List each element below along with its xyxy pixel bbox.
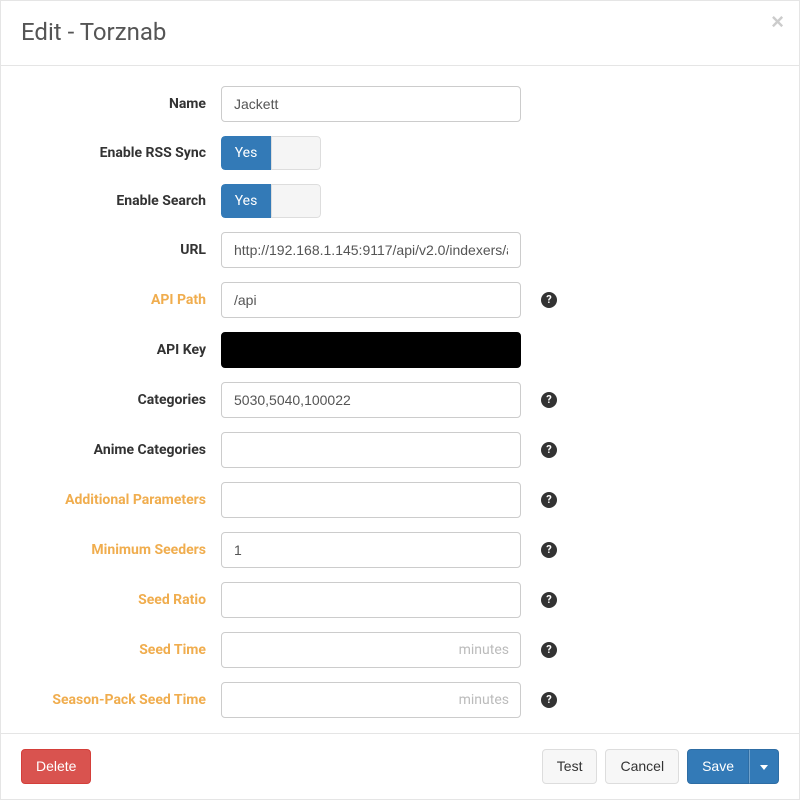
row-seed-time: Seed Time minutes ? (21, 632, 779, 668)
search-toggle[interactable]: Yes (221, 184, 321, 218)
save-button-group: Save (687, 749, 779, 784)
label-season-pack-seed-time: Season-Pack Seed Time (21, 692, 221, 708)
cancel-button[interactable]: Cancel (605, 749, 679, 784)
help-icon[interactable]: ? (541, 442, 557, 458)
toggle-on-label: Yes (221, 136, 271, 170)
name-input[interactable] (221, 86, 521, 122)
help-icon[interactable]: ? (541, 542, 557, 558)
label-name: Name (21, 96, 221, 112)
help-icon[interactable]: ? (541, 492, 557, 508)
label-categories: Categories (21, 392, 221, 408)
modal-footer: Delete Test Cancel Save (1, 733, 799, 799)
label-seed-ratio: Seed Ratio (21, 592, 221, 608)
row-seed-ratio: Seed Ratio ? (21, 582, 779, 618)
row-rss: Enable RSS Sync Yes (21, 136, 779, 170)
label-seed-time: Seed Time (21, 642, 221, 658)
row-api-key: API Key (21, 332, 779, 368)
seed-ratio-input[interactable] (221, 582, 521, 618)
additional-parameters-input[interactable] (221, 482, 521, 518)
help-icon[interactable]: ? (541, 642, 557, 658)
categories-input[interactable] (221, 382, 521, 418)
label-minimum-seeders: Minimum Seeders (21, 542, 221, 558)
modal-title: Edit - Torznab (21, 16, 779, 50)
row-anime-categories: Anime Categories ? (21, 432, 779, 468)
help-icon[interactable]: ? (541, 692, 557, 708)
url-input[interactable] (221, 232, 521, 268)
rss-toggle[interactable]: Yes (221, 136, 321, 170)
toggle-handle (271, 136, 321, 170)
help-icon[interactable]: ? (541, 392, 557, 408)
label-url: URL (21, 242, 221, 258)
row-season-pack-seed-time: Season-Pack Seed Time minutes ? (21, 682, 779, 718)
label-api-key: API Key (21, 342, 221, 358)
row-api-path: API Path ? (21, 282, 779, 318)
seed-time-input[interactable] (221, 632, 521, 668)
toggle-on-label: Yes (221, 184, 271, 218)
help-icon[interactable]: ? (541, 292, 557, 308)
row-name: Name (21, 86, 779, 122)
row-url: URL (21, 232, 779, 268)
help-icon[interactable]: ? (541, 592, 557, 608)
minimum-seeders-input[interactable] (221, 532, 521, 568)
row-categories: Categories ? (21, 382, 779, 418)
test-button[interactable]: Test (542, 749, 598, 784)
row-search: Enable Search Yes (21, 184, 779, 218)
anime-categories-input[interactable] (221, 432, 521, 468)
label-api-path: API Path (21, 292, 221, 308)
label-rss: Enable RSS Sync (21, 145, 221, 161)
label-anime-categories: Anime Categories (21, 442, 221, 458)
season-pack-seed-time-input[interactable] (221, 682, 521, 718)
close-button[interactable]: × (771, 11, 784, 33)
row-minimum-seeders: Minimum Seeders ? (21, 532, 779, 568)
caret-down-icon (760, 765, 768, 770)
delete-button[interactable]: Delete (21, 749, 91, 784)
save-dropdown-button[interactable] (749, 749, 779, 784)
modal-header: Edit - Torznab × (1, 1, 799, 66)
api-path-input[interactable] (221, 282, 521, 318)
row-additional-parameters: Additional Parameters ? (21, 482, 779, 518)
toggle-handle (271, 184, 321, 218)
label-additional-parameters: Additional Parameters (21, 492, 221, 508)
label-search: Enable Search (21, 193, 221, 209)
api-key-input[interactable] (221, 332, 521, 368)
save-button[interactable]: Save (687, 749, 749, 784)
edit-indexer-modal: Edit - Torznab × Name Enable RSS Sync Ye… (0, 0, 800, 800)
modal-body: Name Enable RSS Sync Yes Enable Search Y… (1, 66, 799, 734)
